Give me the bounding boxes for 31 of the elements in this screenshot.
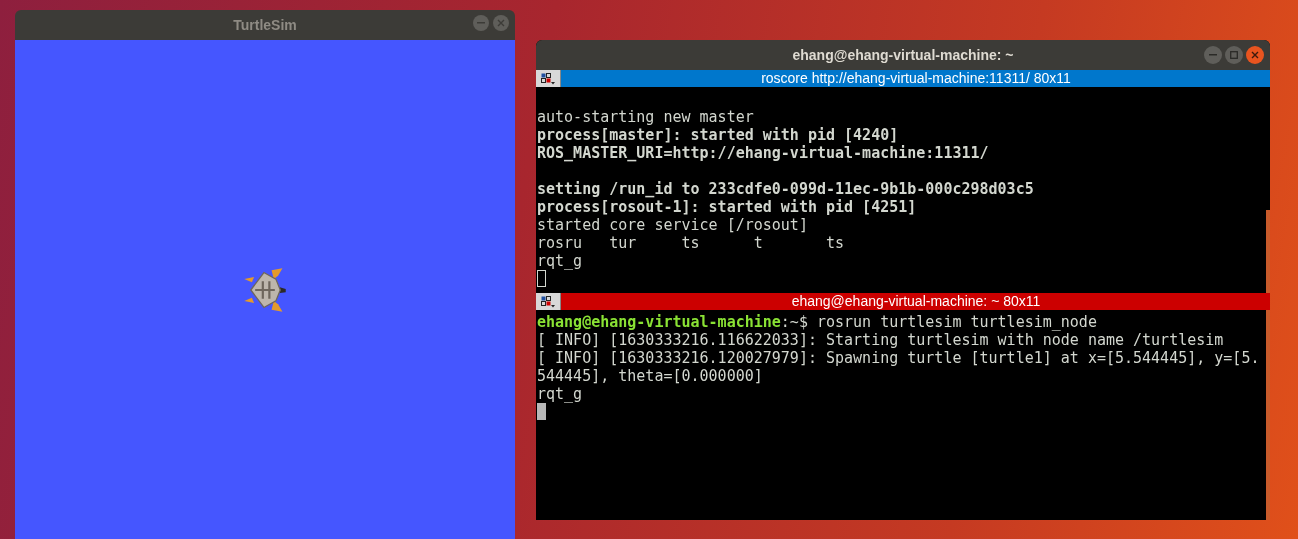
- terminal-line: rqt_g: [537, 252, 583, 270]
- pane-title: ehang@ehang-virtual-machine: ~ 80x11: [790, 293, 1042, 310]
- layout-menu-icon[interactable]: [536, 70, 561, 87]
- window-title: TurtleSim: [233, 15, 297, 35]
- terminal-line: [ INFO] [1630333216.120027979]: Spawning turtle [turtle1] at x=[5.544445], y=[5.: [537, 349, 1260, 367]
- close-icon: [1251, 51, 1259, 59]
- terminal-line: setting /run_id to 233cdfe0-099d-11ec-9b1b-000c298d03c5: [537, 180, 1034, 198]
- terminal-line: process[rosout-1]: started with pid [4251]: [537, 198, 917, 216]
- scrollbar[interactable]: [1266, 210, 1270, 293]
- terminal-line: 544445], theta=[0.000000]: [537, 367, 763, 385]
- scrollbar[interactable]: [1266, 310, 1270, 520]
- layout-menu-icon[interactable]: [536, 293, 561, 310]
- terminal-line: [ INFO] [1630333216.116622033]: Starting turtlesim with node name /turtlesim: [537, 331, 1224, 349]
- terminal-line: started core service [/rosout]: [537, 216, 808, 234]
- prompt-user: ehang@ehang-virtual-machine: [537, 313, 781, 331]
- minimize-button[interactable]: [1204, 46, 1222, 64]
- terminal-line: ROS_MASTER_URI=http://ehang-virtual-machine:11311/: [537, 144, 989, 162]
- pane-title: roscore http://ehang-virtual-machine:11311/ 80x11: [760, 70, 1072, 87]
- minimize-button[interactable]: [473, 15, 489, 31]
- window-title: ehang@ehang-virtual-machine: ~: [792, 45, 1014, 65]
- command-text: :~$ rosrun turtlesim turtlesim_node: [780, 313, 1097, 331]
- minimize-icon: [477, 22, 485, 24]
- close-button[interactable]: [1246, 46, 1264, 64]
- close-icon: [497, 19, 505, 27]
- terminal-line: rqt_g: [537, 385, 583, 403]
- maximize-icon: [1230, 51, 1238, 59]
- terminal-line: auto-starting new master: [537, 108, 754, 126]
- maximize-button[interactable]: [1225, 46, 1243, 64]
- terminal-line: rosru tur ts t ts: [537, 234, 845, 252]
- terminal-line: process[master]: started with pid [4240]: [537, 126, 899, 144]
- minimize-icon: [1209, 54, 1217, 56]
